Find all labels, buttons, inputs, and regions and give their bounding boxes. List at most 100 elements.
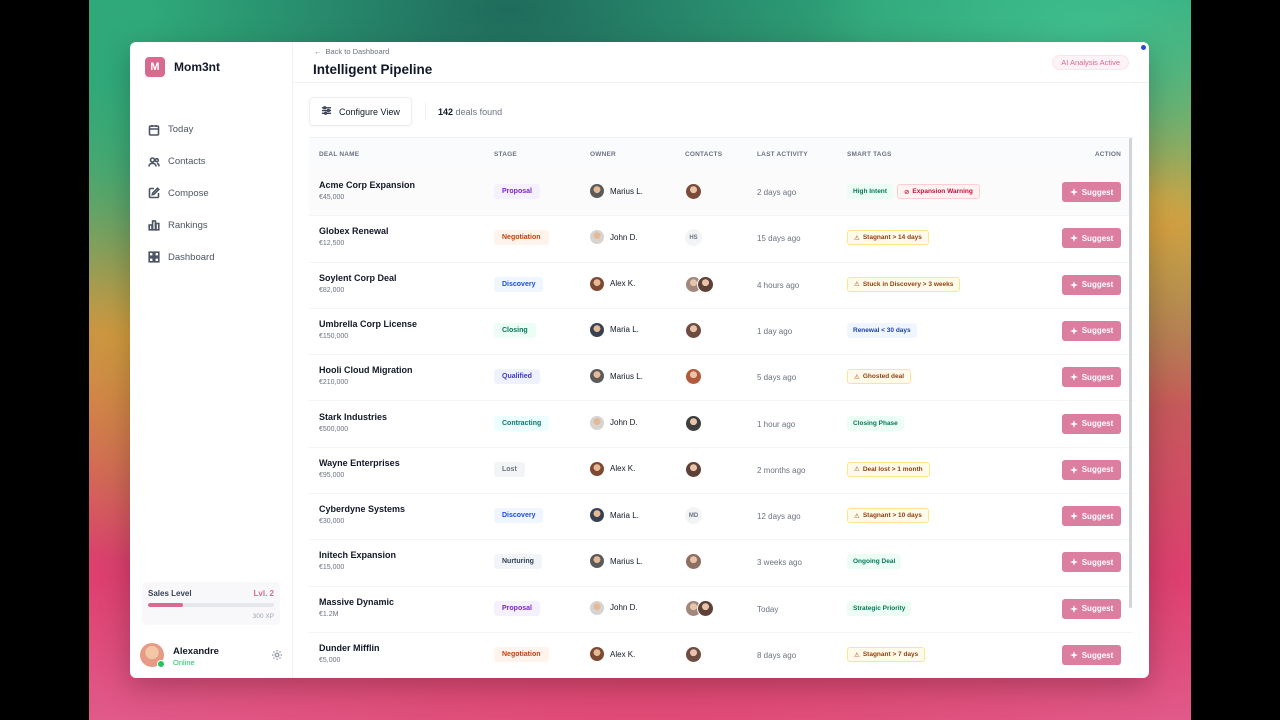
last-activity: 1 hour ago (757, 419, 796, 429)
back-to-dashboard-link[interactable]: ← Back to Dashboard (314, 47, 389, 56)
sidebar-item-rankings[interactable]: Rankings (147, 209, 214, 241)
suggest-button[interactable]: Suggest (1062, 645, 1121, 665)
table-row[interactable]: Massive Dynamic €1.2M Proposal John D. T… (309, 587, 1133, 633)
deals-count-suffix: deals found (455, 107, 503, 117)
suggest-button[interactable]: Suggest (1062, 228, 1121, 249)
warning-icon: ⚠ (854, 512, 860, 520)
owner: Alex K. (590, 276, 635, 291)
table-row[interactable]: Dunder Mifflin €5,000 Negotiation Alex K… (309, 633, 1133, 667)
gear-icon[interactable] (271, 648, 285, 662)
suggest-button[interactable]: Suggest (1062, 274, 1121, 295)
contact-avatar[interactable] (697, 275, 714, 293)
deal-name[interactable]: Cyberdyne Systems (319, 504, 405, 514)
sidebar-nav: Today Contacts Compose Rankings Dashboar… (147, 114, 214, 273)
smart-tags: Closing Phase (847, 415, 904, 431)
sparkle-icon (1069, 558, 1078, 567)
deal-value: €5,000 (319, 657, 341, 664)
sidebar-item-label: Today (168, 124, 194, 136)
smart-tag-label: Strategic Priority (853, 604, 906, 612)
column-header-stage[interactable]: STAGE (494, 151, 517, 158)
contact-initials[interactable]: HS (685, 229, 702, 247)
table-row[interactable]: Initech Expansion €15,000 Nurturing Mari… (309, 540, 1133, 587)
owner: Maria L. (590, 322, 639, 337)
contact-avatar[interactable] (685, 414, 702, 432)
sparkle-icon (1069, 419, 1078, 428)
contact-avatar[interactable] (685, 321, 702, 339)
smart-tag-label: Closing Phase (853, 419, 898, 427)
contact-avatar[interactable] (685, 368, 702, 386)
deal-name[interactable]: Wayne Enterprises (319, 458, 400, 468)
owner-avatar (590, 369, 604, 384)
contacts-stack (685, 553, 702, 571)
sparkle-icon (1069, 604, 1078, 613)
configure-view-button[interactable]: Configure View (309, 97, 412, 126)
sidebar-item-today[interactable]: Today (147, 114, 214, 146)
stage-badge: Negotiation (494, 230, 549, 246)
table-row[interactable]: Acme Corp Expansion €45,000 Proposal Mar… (309, 170, 1133, 217)
smart-tags: Renewal < 30 days (847, 322, 917, 338)
contacts-stack: HS (685, 229, 702, 247)
last-activity: 5 days ago (757, 373, 797, 383)
brand[interactable]: M Mom3nt (145, 57, 220, 77)
table-row[interactable]: Wayne Enterprises €95,000 Lost Alex K. 2… (309, 448, 1133, 495)
smart-tag-label: Ongoing Deal (853, 558, 896, 566)
contact-avatar[interactable] (685, 646, 702, 663)
owner-avatar (590, 600, 604, 615)
owner-name: John D. (610, 418, 638, 427)
deal-value: €45,000 (319, 194, 345, 201)
suggest-button[interactable]: Suggest (1062, 182, 1121, 202)
column-header-owner[interactable]: OWNER (590, 151, 616, 158)
column-header-smart-tags[interactable]: SMART TAGS (847, 151, 892, 158)
table-row[interactable]: Globex Renewal €12,500 Negotiation John … (309, 216, 1133, 263)
deal-name[interactable]: Globex Renewal (319, 226, 389, 236)
contact-avatar[interactable] (685, 553, 702, 571)
table-row[interactable]: Cyberdyne Systems €30,000 Discovery Mari… (309, 494, 1133, 541)
owner-name: Marius L. (610, 371, 643, 381)
suggest-label: Suggest (1081, 280, 1114, 290)
column-header-last-activity[interactable]: LAST ACTIVITY (757, 151, 808, 158)
sidebar-item-dashboard[interactable]: Dashboard (147, 241, 214, 273)
contact-avatar[interactable] (685, 183, 702, 200)
contacts-stack (685, 460, 702, 478)
deals-count-number: 142 (438, 107, 454, 117)
suggest-button[interactable]: Suggest (1062, 459, 1121, 480)
deal-name[interactable]: Acme Corp Expansion (319, 180, 415, 190)
stage-badge: Proposal (494, 600, 540, 616)
suggest-button[interactable]: Suggest (1062, 506, 1121, 527)
suggest-button[interactable]: Suggest (1062, 367, 1121, 388)
contacts-stack (685, 599, 714, 617)
deal-name[interactable]: Hooli Cloud Migration (319, 365, 413, 375)
smart-tag-label: Renewal < 30 days (853, 326, 911, 334)
sidebar-item-compose[interactable]: Compose (147, 178, 214, 210)
contact-avatar[interactable] (685, 460, 702, 478)
contact-avatar[interactable] (697, 599, 714, 617)
column-header-deal-name[interactable]: DEAL NAME (319, 151, 359, 158)
deal-name[interactable]: Umbrella Corp License (319, 319, 417, 329)
deal-name[interactable]: Soylent Corp Deal (319, 273, 397, 283)
table-row[interactable]: Hooli Cloud Migration €210,000 Qualified… (309, 355, 1133, 402)
contact-initials[interactable]: MD (685, 507, 702, 525)
sidebar-item-contacts[interactable]: Contacts (147, 146, 214, 178)
table-row[interactable]: Stark Industries €500,000 Contracting Jo… (309, 402, 1133, 448)
column-header-contacts[interactable]: CONTACTS (685, 151, 722, 158)
deal-name[interactable]: Massive Dynamic (319, 597, 394, 607)
suggest-button[interactable]: Suggest (1062, 320, 1121, 341)
suggest-button[interactable]: Suggest (1062, 552, 1121, 573)
scrollbar-thumb[interactable] (1129, 138, 1132, 608)
table-row[interactable]: Soylent Corp Deal €82,000 Discovery Alex… (309, 263, 1133, 309)
suggest-label: Suggest (1081, 419, 1114, 428)
deal-name[interactable]: Dunder Mifflin (319, 643, 380, 653)
owner-name: Maria L. (610, 325, 639, 335)
compose-icon (147, 187, 160, 200)
table-scrollbar[interactable] (1128, 138, 1133, 608)
deal-name[interactable]: Initech Expansion (319, 550, 396, 560)
table-row[interactable]: Umbrella Corp License €150,000 Closing M… (309, 309, 1133, 356)
suggest-button[interactable]: Suggest (1062, 413, 1121, 434)
smart-tag: ⚠ Stagnant > 10 days (847, 508, 929, 524)
user-profile[interactable]: Alexandre Online (140, 643, 285, 669)
brand-logo: M (145, 57, 165, 77)
owner-avatar (590, 276, 604, 291)
suggest-button[interactable]: Suggest (1062, 598, 1121, 619)
deal-name[interactable]: Stark Industries (319, 412, 387, 422)
contacts-stack (685, 368, 702, 386)
